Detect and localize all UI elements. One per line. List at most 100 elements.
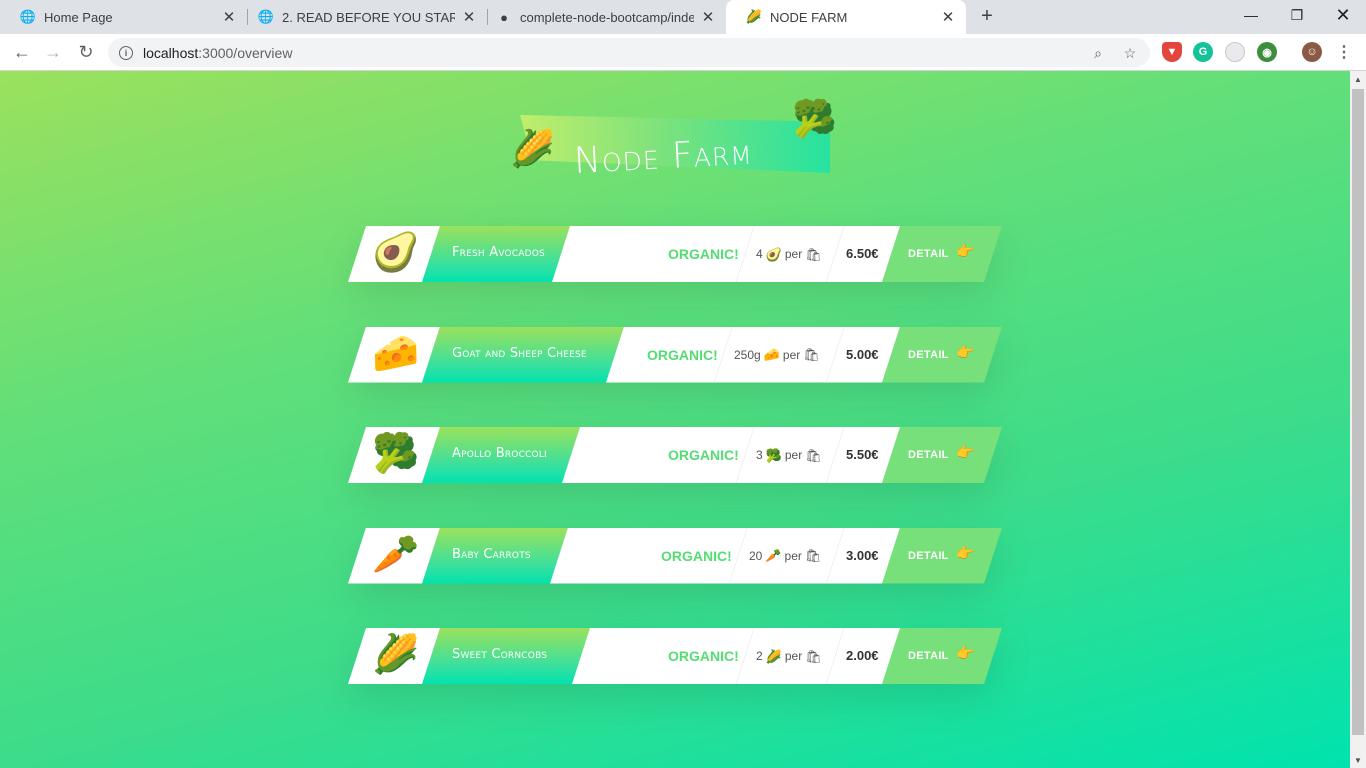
tab-title: Home Page <box>44 9 113 25</box>
quantity-value: 250g <box>734 347 761 362</box>
product-price: 3.00€ <box>846 547 879 563</box>
zoom-icon[interactable]: ⌕ <box>1090 45 1106 61</box>
organic-label: ORGANIC! <box>647 346 718 363</box>
product-card[interactable]: 🧀 Goat and Sheep Cheese ORGANIC! 250g 🧀 … <box>348 326 1002 383</box>
product-quantity: 4 🥑 per 🛍 <box>756 247 822 261</box>
detail-label[interactable]: DETAIL <box>908 650 949 662</box>
tab-github[interactable]: ● complete-node-bootcamp/index ✕ <box>476 0 726 34</box>
info-icon[interactable]: i <box>119 45 133 60</box>
product-price: 2.00€ <box>846 648 879 663</box>
tab-title: 2. READ BEFORE YOU START!.htm <box>282 9 455 25</box>
product-name-band[interactable]: Apollo Broccoli <box>422 427 580 483</box>
product-card[interactable]: 🌽 Sweet Corncobs ORGANIC! 2 🌽 per 🛍 2.00… <box>348 628 1002 684</box>
detail-label[interactable]: DETAIL <box>908 349 949 361</box>
detail-button[interactable]: DETAIL 👉 <box>882 528 1002 584</box>
url-path: :3000/overview <box>198 44 293 61</box>
product-emoji-icon: 🥕 <box>372 533 420 576</box>
avatar[interactable]: ☺ <box>1302 42 1322 62</box>
pointing-hand-icon[interactable]: 👉 <box>956 345 975 360</box>
reload-button[interactable]: ↻ <box>73 39 99 65</box>
url-text[interactable]: localhost:3000/overview <box>143 45 292 61</box>
product-name[interactable]: Baby Carrots <box>452 547 531 562</box>
detail-label[interactable]: DETAIL <box>908 449 949 461</box>
scrollbar[interactable]: ▲ ▼ <box>1350 71 1366 768</box>
organic-label: ORGANIC! <box>668 246 739 262</box>
divider <box>714 326 732 383</box>
product-name-band[interactable]: Sweet Corncobs <box>422 628 590 684</box>
page-viewport: 🌽 Node Farm 🥦 🥑 Fresh Avocados ORGANIC! … <box>0 71 1350 768</box>
product-name[interactable]: Goat and Sheep Cheese <box>452 346 587 361</box>
detail-label[interactable]: DETAIL <box>908 550 949 562</box>
minimize-button[interactable]: — <box>1228 0 1274 30</box>
divider <box>736 226 754 282</box>
close-icon[interactable]: ✕ <box>221 9 237 26</box>
product-name-band[interactable]: Fresh Avocados <box>422 226 570 282</box>
detail-button[interactable]: DETAIL 👉 <box>882 226 1002 282</box>
star-icon[interactable]: ☆ <box>1122 45 1138 61</box>
broccoli-icon: 🥦 <box>792 98 837 139</box>
product-mini-icon: 🥕 <box>765 548 782 563</box>
quantity-value: 4 <box>756 247 763 261</box>
corn-icon: 🌽 <box>510 128 555 169</box>
detail-button[interactable]: DETAIL 👉 <box>882 427 1002 483</box>
scroll-thumb[interactable] <box>1352 89 1364 735</box>
new-tab-button[interactable]: + <box>976 5 998 27</box>
product-name[interactable]: Sweet Corncobs <box>452 647 547 662</box>
tab-strip: 🌐 Home Page ✕ 🌐 2. READ BEFORE YOU START… <box>0 0 1366 34</box>
tab-home-page[interactable]: 🌐 Home Page ✕ <box>0 0 247 34</box>
divider <box>826 427 844 483</box>
product-emoji-icon: 🥑 <box>372 232 420 274</box>
product-card[interactable]: 🥦 Apollo Broccoli ORGANIC! 3 🥦 per 🛍 5.5… <box>348 427 1002 483</box>
globe-extension-icon[interactable]: ◉ <box>1257 42 1277 62</box>
scroll-up-icon[interactable]: ▲ <box>1350 71 1366 87</box>
organic-label: ORGANIC! <box>668 447 739 463</box>
pointing-hand-icon[interactable]: 👉 <box>956 646 975 661</box>
close-window-button[interactable]: ✕ <box>1320 0 1366 30</box>
product-quantity: 20 🥕 per 🛍 <box>749 549 821 563</box>
per-label: per <box>784 448 803 462</box>
close-icon[interactable]: ✕ <box>700 9 716 26</box>
product-price: 5.50€ <box>846 447 879 462</box>
grammarly-icon[interactable]: G <box>1193 42 1213 62</box>
maximize-button[interactable]: ❐ <box>1274 0 1320 30</box>
detail-button[interactable]: DETAIL 👉 <box>882 327 1002 383</box>
bag-icon: 🛍 <box>805 246 822 262</box>
address-bar[interactable]: i localhost:3000/overview ⌕ ☆ <box>108 38 1150 67</box>
back-button[interactable]: ← <box>9 39 35 65</box>
pointing-hand-icon[interactable]: 👉 <box>956 546 975 561</box>
divider <box>736 628 754 684</box>
close-icon[interactable]: ✕ <box>940 9 956 26</box>
quantity-value: 2 <box>756 649 763 663</box>
tab-title: complete-node-bootcamp/index <box>520 9 694 25</box>
product-emoji-icon: 🥦 <box>372 433 420 475</box>
corn-icon: 🌽 <box>745 9 763 24</box>
page-title: Node Farm <box>572 131 754 182</box>
quantity-value: 3 <box>756 448 763 462</box>
product-card[interactable]: 🥑 Fresh Avocados ORGANIC! 4 🥑 per 🛍 6.50… <box>348 226 1002 282</box>
bag-icon: 🛍 <box>805 648 822 664</box>
menu-icon[interactable]: ⋮ <box>1334 42 1354 62</box>
detail-button[interactable]: DETAIL 👉 <box>882 628 1002 684</box>
page-header: 🌽 Node Farm 🥦 <box>508 99 848 189</box>
divider <box>736 427 754 483</box>
organic-label: ORGANIC! <box>661 547 732 564</box>
product-name[interactable]: Fresh Avocados <box>452 245 545 260</box>
tab-node-farm[interactable]: 🌽 NODE FARM ✕ <box>726 0 966 34</box>
product-mini-icon: 🧀 <box>763 347 780 362</box>
detail-label[interactable]: DETAIL <box>908 248 949 260</box>
pointing-hand-icon[interactable]: 👉 <box>956 244 975 259</box>
product-name-band[interactable]: Goat and Sheep Cheese <box>422 327 624 383</box>
forward-button[interactable]: → <box>40 39 66 65</box>
product-name[interactable]: Apollo Broccoli <box>452 446 547 461</box>
scroll-down-icon[interactable]: ▼ <box>1350 752 1366 768</box>
tab-read-before[interactable]: 🌐 2. READ BEFORE YOU START!.htm ✕ <box>238 0 487 34</box>
brave-shield-icon[interactable]: ▼ <box>1162 42 1182 62</box>
extension-icon[interactable] <box>1225 42 1245 62</box>
pointing-hand-icon[interactable]: 👉 <box>956 445 975 460</box>
divider <box>826 226 844 282</box>
product-name-band[interactable]: Baby Carrots <box>422 528 568 584</box>
product-card[interactable]: 🥕 Baby Carrots ORGANIC! 20 🥕 per 🛍 3.00€… <box>348 527 1002 584</box>
per-label: per <box>784 649 803 663</box>
github-icon: ● <box>500 9 508 25</box>
close-icon[interactable]: ✕ <box>461 9 477 26</box>
